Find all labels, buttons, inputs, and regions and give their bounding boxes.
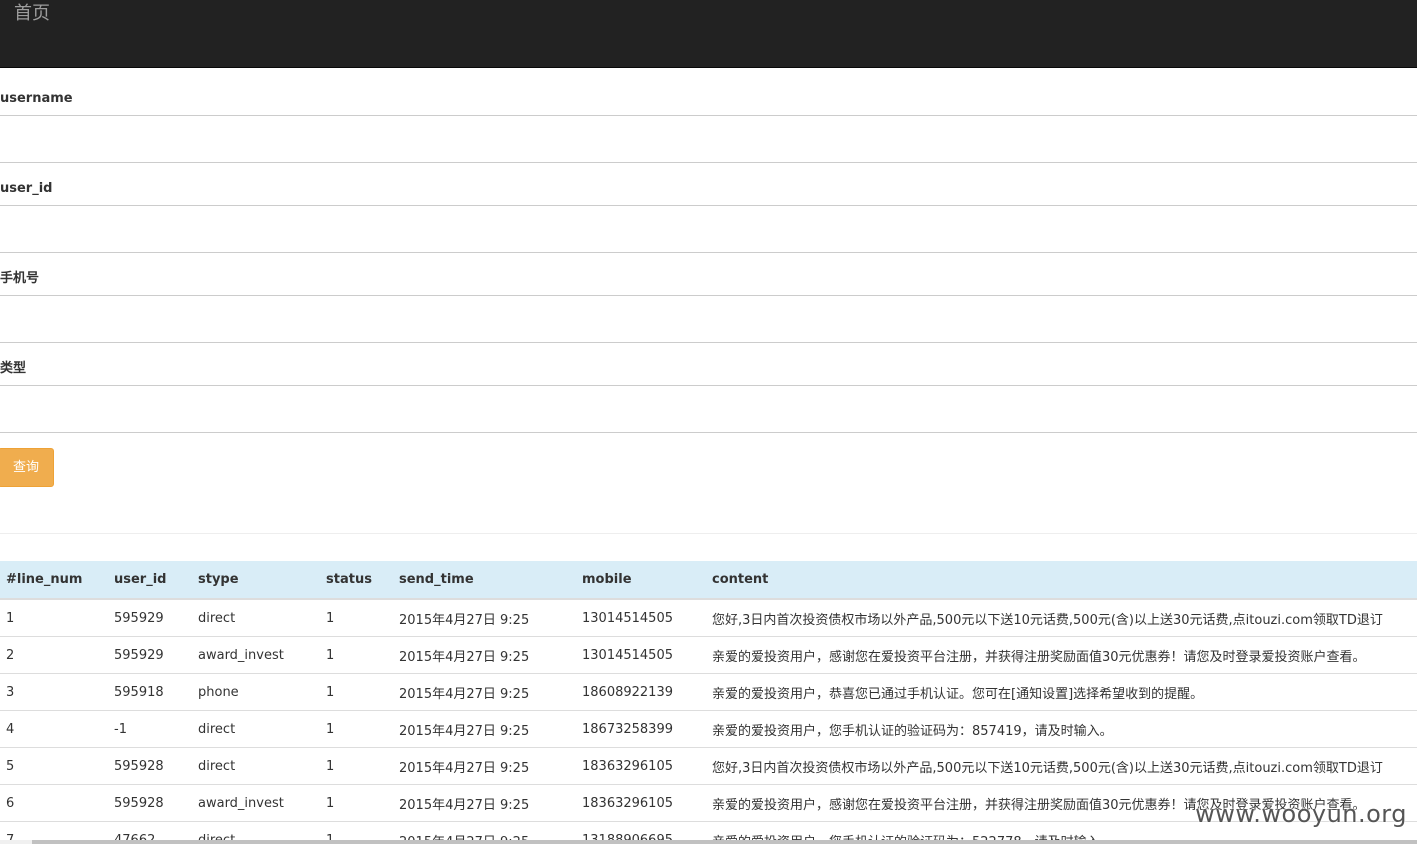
cell-send-time: 2015年4月27日 9:25 [393,784,576,822]
scrollbar-thumb[interactable] [32,840,1417,844]
cell-line-num: 1 [0,598,108,637]
cell-content: 亲爱的爱投资用户，感谢您在爱投资平台注册，并获得注册奖励面值30元优惠券！请您及… [706,636,1417,674]
horizontal-scrollbar[interactable] [0,840,1417,844]
cell-status: 1 [320,636,393,674]
cell-mobile: 18363296105 [576,747,706,785]
mobile-input[interactable] [0,295,1417,343]
cell-status: 1 [320,710,393,748]
table-row: 3 595918 phone 1 2015年4月27日 9:25 1860892… [0,673,1417,711]
cell-user-id: -1 [108,710,192,748]
cell-line-num: 3 [0,673,108,711]
cell-user-id: 595928 [108,784,192,822]
column-header-user-id: user_id [108,561,192,600]
cell-mobile: 18673258399 [576,710,706,748]
table-row: 2 595929 award_invest 1 2015年4月27日 9:25 … [0,636,1417,674]
column-header-content: content [706,561,1417,600]
type-label: 类型 [0,361,27,376]
cell-content: 您好,3日内首次投资债权市场以外产品,500元以下送10元话费,500元(含)以… [706,598,1417,637]
username-input[interactable] [0,115,1417,163]
cell-user-id: 595929 [108,636,192,674]
cell-send-time: 2015年4月27日 9:25 [393,673,576,711]
cell-stype: direct [192,747,320,785]
cell-stype: direct [192,710,320,748]
table-header-row: #line_num user_id stype status send_time… [0,561,1417,600]
cell-stype: award_invest [192,784,320,822]
cell-line-num: 4 [0,710,108,748]
cell-status: 1 [320,747,393,785]
cell-status: 1 [320,598,393,637]
table-row: 1 595929 direct 1 2015年4月27日 9:25 130145… [0,598,1417,637]
cell-mobile: 13014514505 [576,636,706,674]
cell-user-id: 595929 [108,598,192,637]
cell-status: 1 [320,784,393,822]
cell-mobile: 18608922139 [576,673,706,711]
user-id-input[interactable] [0,205,1417,253]
home-link[interactable]: 首页 [14,3,50,25]
cell-send-time: 2015年4月27日 9:25 [393,747,576,785]
cell-send-time: 2015年4月27日 9:25 [393,598,576,637]
type-input[interactable] [0,385,1417,433]
cell-content: 亲爱的爱投资用户，恭喜您已通过手机认证。您可在[通知设置]选择希望收到的提醒。 [706,673,1417,711]
cell-user-id: 595918 [108,673,192,711]
column-header-line-num: #line_num [0,561,108,600]
table-row: 5 595928 direct 1 2015年4月27日 9:25 183632… [0,747,1417,785]
cell-stype: award_invest [192,636,320,674]
column-header-stype: stype [192,561,320,600]
cell-stype: direct [192,598,320,637]
mobile-label: 手机号 [0,271,40,286]
cell-line-num: 6 [0,784,108,822]
cell-content: 您好,3日内首次投资债权市场以外产品,500元以下送10元话费,500元(含)以… [706,747,1417,785]
section-divider [0,533,1417,534]
cell-status: 1 [320,673,393,711]
cell-content: 亲爱的爱投资用户，您手机认证的验证码为：857419，请及时输入。 [706,710,1417,748]
cell-line-num: 2 [0,636,108,674]
user-id-label: user_id [0,181,53,196]
query-button[interactable]: 查询 [0,448,54,487]
watermark: www.wooyun.org [1195,800,1407,828]
column-header-status: status [320,561,393,600]
table-row: 4 -1 direct 1 2015年4月27日 9:25 1867325839… [0,710,1417,748]
cell-send-time: 2015年4月27日 9:25 [393,636,576,674]
column-header-mobile: mobile [576,561,706,600]
username-label: username [0,91,73,106]
cell-stype: phone [192,673,320,711]
top-navbar: 首页 [0,0,1417,68]
cell-send-time: 2015年4月27日 9:25 [393,710,576,748]
cell-mobile: 13014514505 [576,598,706,637]
column-header-send-time: send_time [393,561,576,600]
cell-user-id: 595928 [108,747,192,785]
cell-line-num: 5 [0,747,108,785]
cell-mobile: 18363296105 [576,784,706,822]
